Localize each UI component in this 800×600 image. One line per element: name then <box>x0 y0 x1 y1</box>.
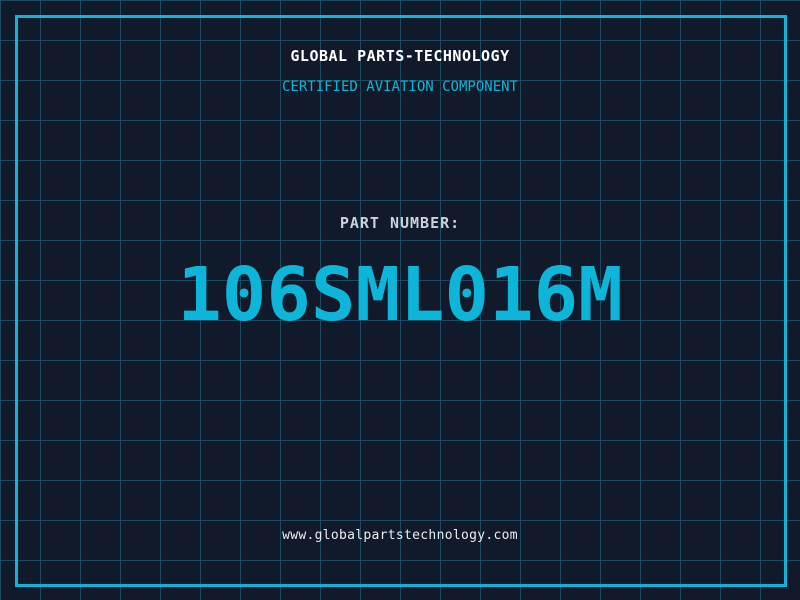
website-url: www.globalpartstechnology.com <box>282 528 518 543</box>
part-number-label: PART NUMBER: <box>339 214 461 232</box>
blueprint-page: { "header": { "title": "GLOBAL PARTS-TEC… <box>0 0 800 600</box>
company-title: GLOBAL PARTS-TECHNOLOGY <box>290 47 510 65</box>
certification-label: CERTIFIED AVIATION COMPONENT <box>281 79 518 95</box>
part-number-value: 106SML016M <box>177 252 623 338</box>
